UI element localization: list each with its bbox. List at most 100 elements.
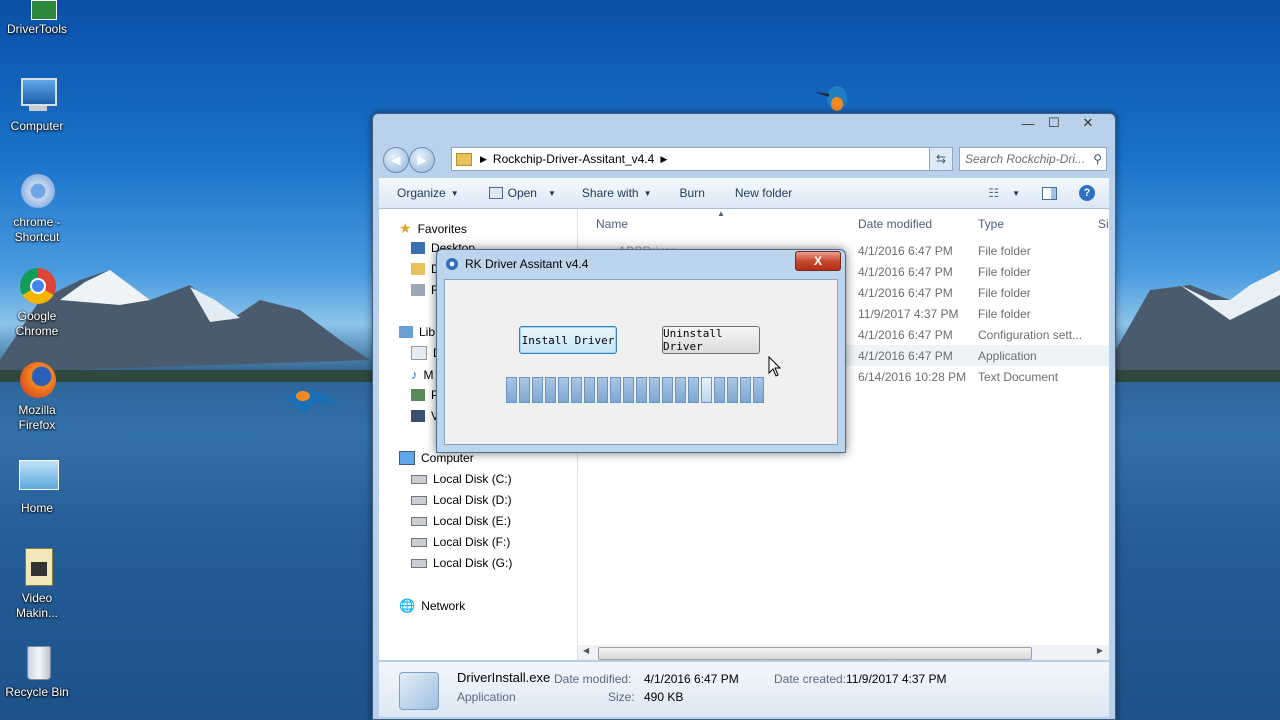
desktop-icon-label: Video Makin...	[15, 591, 58, 620]
desktop-icon-label: Home	[20, 501, 53, 515]
desktop-icon-recycle-bin[interactable]: Recycle Bin	[0, 642, 74, 700]
progress-segment	[610, 377, 621, 403]
help-button[interactable]: ?	[1079, 185, 1095, 201]
row-type: File folder	[978, 244, 1031, 258]
minimize-button[interactable]: —	[1015, 114, 1041, 132]
row-date: 4/1/2016 6:47 PM	[858, 244, 953, 258]
open-button[interactable]: Open ▼	[488, 186, 556, 200]
scroll-right-icon[interactable]: ▶	[1097, 646, 1103, 655]
drive-icon	[411, 537, 427, 547]
nav-label: Computer	[421, 451, 474, 465]
nav-library-music[interactable]: ♪ M	[411, 367, 434, 382]
progress-segment	[545, 377, 556, 403]
nav-drive-d[interactable]: Local Disk (D:)	[411, 493, 512, 507]
maximize-button[interactable]: ☐	[1041, 114, 1067, 132]
dialog-close-button[interactable]: X	[795, 251, 841, 271]
video-maker-icon	[17, 548, 57, 588]
preview-pane-button[interactable]	[1042, 186, 1057, 200]
help-icon: ?	[1079, 185, 1095, 201]
chrome-icon	[17, 266, 57, 306]
scroll-left-icon[interactable]: ◀	[583, 646, 589, 655]
nav-label: M	[423, 367, 434, 382]
details-filename: DriverInstall.exe	[457, 670, 551, 685]
row-type: File folder	[978, 265, 1031, 279]
nav-drive-f[interactable]: Local Disk (F:)	[411, 535, 510, 549]
nav-library-pictures[interactable]: P	[411, 388, 439, 402]
search-input[interactable]: Search Rockchip-Dri... ⚲	[959, 147, 1107, 171]
progress-segment	[753, 377, 764, 403]
kingfisher-bird-icon	[815, 86, 847, 111]
share-with-button[interactable]: Share with ▼	[582, 186, 652, 200]
progress-segment	[714, 377, 725, 403]
desktop-icon-computer[interactable]: Computer	[0, 76, 74, 134]
new-folder-button[interactable]: New folder	[735, 186, 792, 200]
progress-segment	[571, 377, 582, 403]
nav-libraries[interactable]: Lib	[399, 325, 435, 339]
uninstall-driver-button[interactable]: Uninstall Driver	[662, 326, 760, 354]
burn-button[interactable]: Burn	[680, 186, 705, 200]
preview-pane-icon	[1042, 186, 1057, 200]
forward-button[interactable]: ▶	[409, 147, 435, 173]
details-kind: Application	[457, 690, 516, 704]
horizontal-scrollbar[interactable]: ◀ ▶	[578, 645, 1109, 660]
organize-button[interactable]: Organize ▼	[397, 186, 459, 200]
view-options-button[interactable]: ☷ ▼	[988, 186, 1020, 200]
install-driver-button[interactable]: Install Driver	[519, 326, 617, 354]
address-bar[interactable]: ▶ Rockchip-Driver-Assitant_v4.4 ▶ ▼	[451, 147, 953, 171]
nav-network[interactable]: 🌐 Network	[399, 598, 465, 614]
refresh-button[interactable]: ⇆	[929, 147, 953, 171]
desktop-icon-home[interactable]: Home	[0, 458, 74, 516]
desktop-icon-video-maker[interactable]: Video Makin...	[0, 548, 74, 621]
column-header-name[interactable]: Name	[596, 217, 628, 231]
new-folder-label: New folder	[734, 186, 793, 200]
drivertools-icon	[17, 0, 57, 20]
row-date: 4/1/2016 6:47 PM	[858, 349, 953, 363]
back-button[interactable]: ◀	[383, 147, 409, 173]
details-date-created-label: Date created:	[774, 672, 847, 686]
application-icon	[488, 187, 503, 199]
open-label: Open	[507, 186, 537, 200]
desktop-icon	[411, 242, 425, 254]
desktop-icon-google-chrome[interactable]: Google Chrome	[0, 266, 74, 339]
refresh-icon: ⇆	[935, 152, 947, 166]
progress-segment	[584, 377, 595, 403]
nav-library-videos[interactable]: V	[411, 409, 439, 423]
nav-computer[interactable]: Computer	[399, 451, 474, 465]
nav-favorites[interactable]: ★ Favorites	[399, 220, 467, 237]
progress-bar	[506, 377, 766, 405]
nav-drive-c[interactable]: Local Disk (C:)	[411, 472, 512, 486]
scroll-thumb[interactable]	[598, 647, 1032, 660]
computer-icon	[17, 76, 57, 116]
view-list-icon: ☷	[988, 186, 1000, 200]
desktop-icon-chrome-shortcut[interactable]: chrome - Shortcut	[0, 172, 74, 245]
column-header-size[interactable]: Si	[1098, 217, 1109, 231]
back-arrow-icon: ◀	[391, 153, 401, 167]
nav-label: Favorites	[417, 221, 467, 236]
desktop: DriverTools Computer chrome - Shortcut G…	[0, 0, 1280, 720]
chevron-down-icon: ▼	[547, 188, 556, 198]
desktop-icon-drivertools[interactable]: DriverTools	[0, 0, 74, 37]
row-date: 4/1/2016 6:47 PM	[858, 328, 953, 342]
recent-places-icon	[411, 284, 425, 296]
column-header-type[interactable]: Type	[978, 217, 1004, 231]
nav-drive-g[interactable]: Local Disk (G:)	[411, 556, 512, 570]
desktop-icon-firefox[interactable]: Mozilla Firefox	[0, 360, 74, 433]
progress-segment	[597, 377, 608, 403]
column-header-date-modified[interactable]: Date modified	[858, 217, 932, 231]
row-date: 4/1/2016 6:47 PM	[858, 265, 953, 279]
close-button[interactable]: ✕	[1067, 114, 1109, 132]
breadcrumb-separator-icon: ▶	[480, 153, 487, 164]
progress-segment	[519, 377, 530, 403]
installer-shield-icon	[399, 672, 439, 710]
progress-segment	[506, 377, 517, 403]
details-date-created: 11/9/2017 4:37 PM	[846, 672, 947, 686]
drive-icon	[411, 495, 427, 505]
nav-drive-e[interactable]: Local Disk (E:)	[411, 514, 511, 528]
forward-arrow-icon: ▶	[417, 153, 427, 167]
mouse-cursor-icon	[768, 356, 782, 377]
progress-segment	[740, 377, 751, 403]
desktop-icon-label: Computer	[10, 119, 64, 133]
firefox-icon	[17, 360, 57, 400]
breadcrumb-folder[interactable]: Rockchip-Driver-Assitant_v4.4	[493, 152, 654, 166]
row-type: File folder	[978, 307, 1031, 321]
